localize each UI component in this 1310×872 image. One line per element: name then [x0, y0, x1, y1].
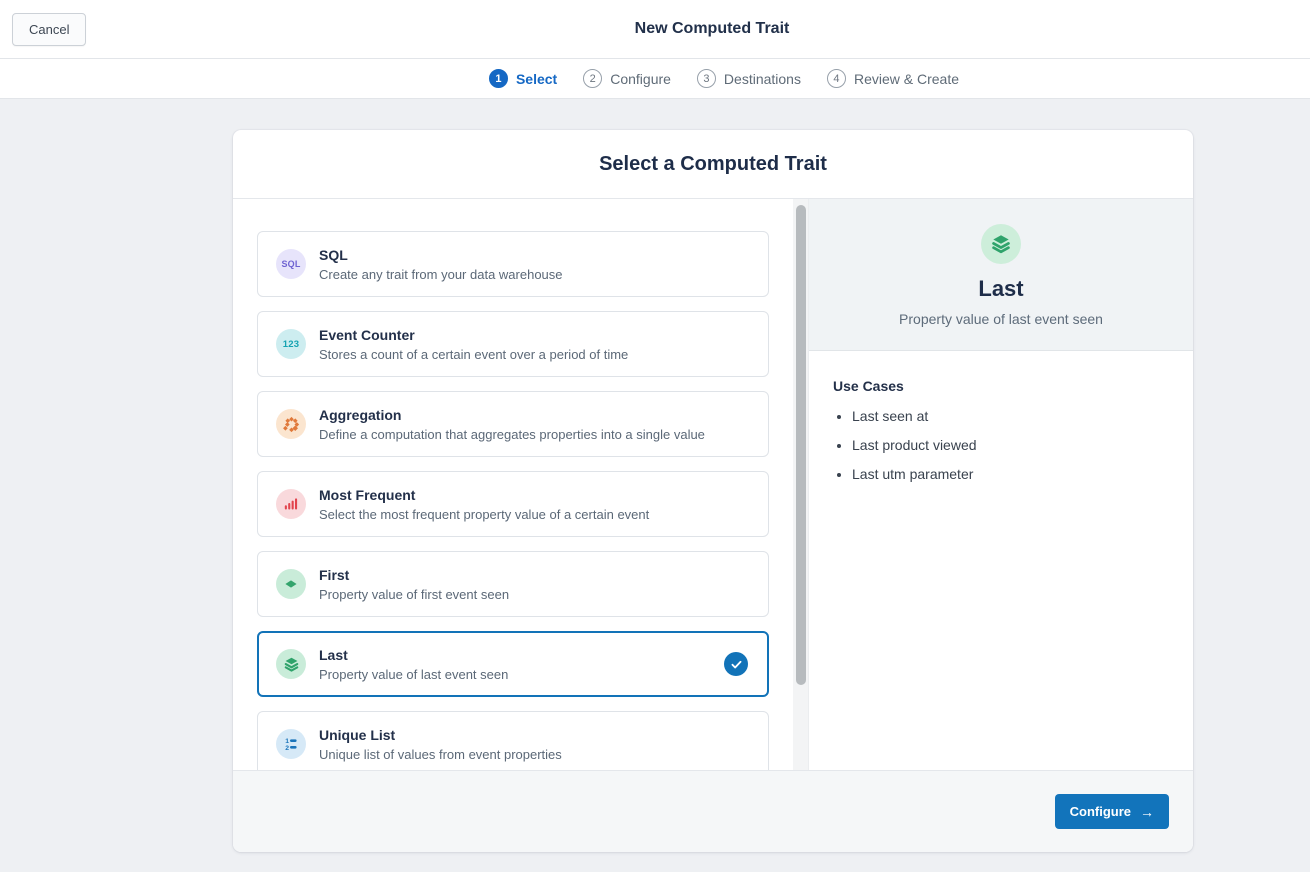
trait-title: SQL	[319, 247, 563, 263]
layers-icon	[981, 224, 1021, 264]
bar-chart-icon	[276, 489, 306, 519]
trait-item-aggregation[interactable]: Aggregation Define a computation that ag…	[257, 391, 769, 457]
card-body: SQL SQL Create any trait from your data …	[233, 199, 1193, 770]
svg-text:2: 2	[285, 745, 289, 752]
step-select[interactable]: 1 Select	[489, 69, 557, 88]
list-scrollbar-thumb[interactable]	[796, 205, 806, 685]
numbered-list-icon: 1 2	[276, 729, 306, 759]
trait-description: Define a computation that aggregates pro…	[319, 427, 705, 442]
trait-item-sql[interactable]: SQL SQL Create any trait from your data …	[257, 231, 769, 297]
trait-item-unique-list[interactable]: 1 2 Unique List Unique list of values fr…	[257, 711, 769, 770]
trait-detail-panel: Last Property value of last event seen U…	[808, 199, 1193, 770]
trait-list: SQL SQL Create any trait from your data …	[233, 199, 793, 770]
step-number-badge: 1	[489, 69, 508, 88]
step-label: Configure	[610, 71, 671, 87]
use-case-item: Last utm parameter	[852, 466, 1169, 482]
cancel-button[interactable]: Cancel	[12, 13, 86, 46]
card-footer: Configure →	[233, 770, 1193, 852]
trait-title: Aggregation	[319, 407, 705, 423]
trait-detail-header: Last Property value of last event seen	[809, 199, 1193, 351]
trait-description: Create any trait from your data warehous…	[319, 267, 563, 282]
page-title: New Computed Trait	[635, 20, 790, 38]
layers-icon	[276, 649, 306, 679]
diamond-icon	[276, 569, 306, 599]
trait-description: Property value of last event seen	[319, 667, 508, 682]
wizard-stepper: 1 Select 2 Configure 3 Destinations 4 Re…	[489, 69, 959, 88]
wizard-stepper-bar: 1 Select 2 Configure 3 Destinations 4 Re…	[0, 59, 1310, 99]
configure-button-label: Configure	[1070, 804, 1131, 819]
selected-check-icon	[724, 652, 748, 676]
use-case-item: Last product viewed	[852, 437, 1169, 453]
use-cases-section: Use Cases Last seen at Last product view…	[809, 351, 1193, 495]
trait-description: Property value of first event seen	[319, 587, 509, 602]
trait-title: First	[319, 567, 509, 583]
use-cases-heading: Use Cases	[833, 378, 1169, 394]
trait-description: Unique list of values from event propert…	[319, 747, 562, 762]
trait-item-most-frequent[interactable]: Most Frequent Select the most frequent p…	[257, 471, 769, 537]
trait-title: Unique List	[319, 727, 562, 743]
aggregation-pinwheel-icon	[276, 409, 306, 439]
top-bar: Cancel New Computed Trait	[0, 0, 1310, 59]
sql-badge-icon: SQL	[276, 249, 306, 279]
step-number-badge: 4	[827, 69, 846, 88]
trait-title: Last	[319, 647, 508, 663]
arrow-right-icon: →	[1140, 805, 1154, 819]
detail-subtitle: Property value of last event seen	[899, 311, 1103, 327]
step-label: Select	[516, 71, 557, 87]
step-label: Destinations	[724, 71, 801, 87]
step-label: Review & Create	[854, 71, 959, 87]
step-number-badge: 3	[697, 69, 716, 88]
trait-item-first[interactable]: First Property value of first event seen	[257, 551, 769, 617]
step-review-create[interactable]: 4 Review & Create	[827, 69, 959, 88]
trait-title: Most Frequent	[319, 487, 649, 503]
counter-123-icon: 123	[276, 329, 306, 359]
step-configure[interactable]: 2 Configure	[583, 69, 671, 88]
trait-description: Select the most frequent property value …	[319, 507, 649, 522]
trait-title: Event Counter	[319, 327, 628, 343]
step-destinations[interactable]: 3 Destinations	[697, 69, 801, 88]
configure-button[interactable]: Configure →	[1055, 794, 1169, 829]
step-number-badge: 2	[583, 69, 602, 88]
trait-description: Stores a count of a certain event over a…	[319, 347, 628, 362]
trait-item-last[interactable]: Last Property value of last event seen	[257, 631, 769, 697]
detail-title: Last	[978, 276, 1023, 302]
use-cases-list: Last seen at Last product viewed Last ut…	[852, 408, 1169, 482]
list-scrollbar-track[interactable]	[793, 199, 808, 770]
select-trait-card: Select a Computed Trait SQL SQL Create a…	[233, 130, 1193, 852]
use-case-item: Last seen at	[852, 408, 1169, 424]
card-title: Select a Computed Trait	[233, 130, 1193, 199]
trait-item-event-counter[interactable]: 123 Event Counter Stores a count of a ce…	[257, 311, 769, 377]
